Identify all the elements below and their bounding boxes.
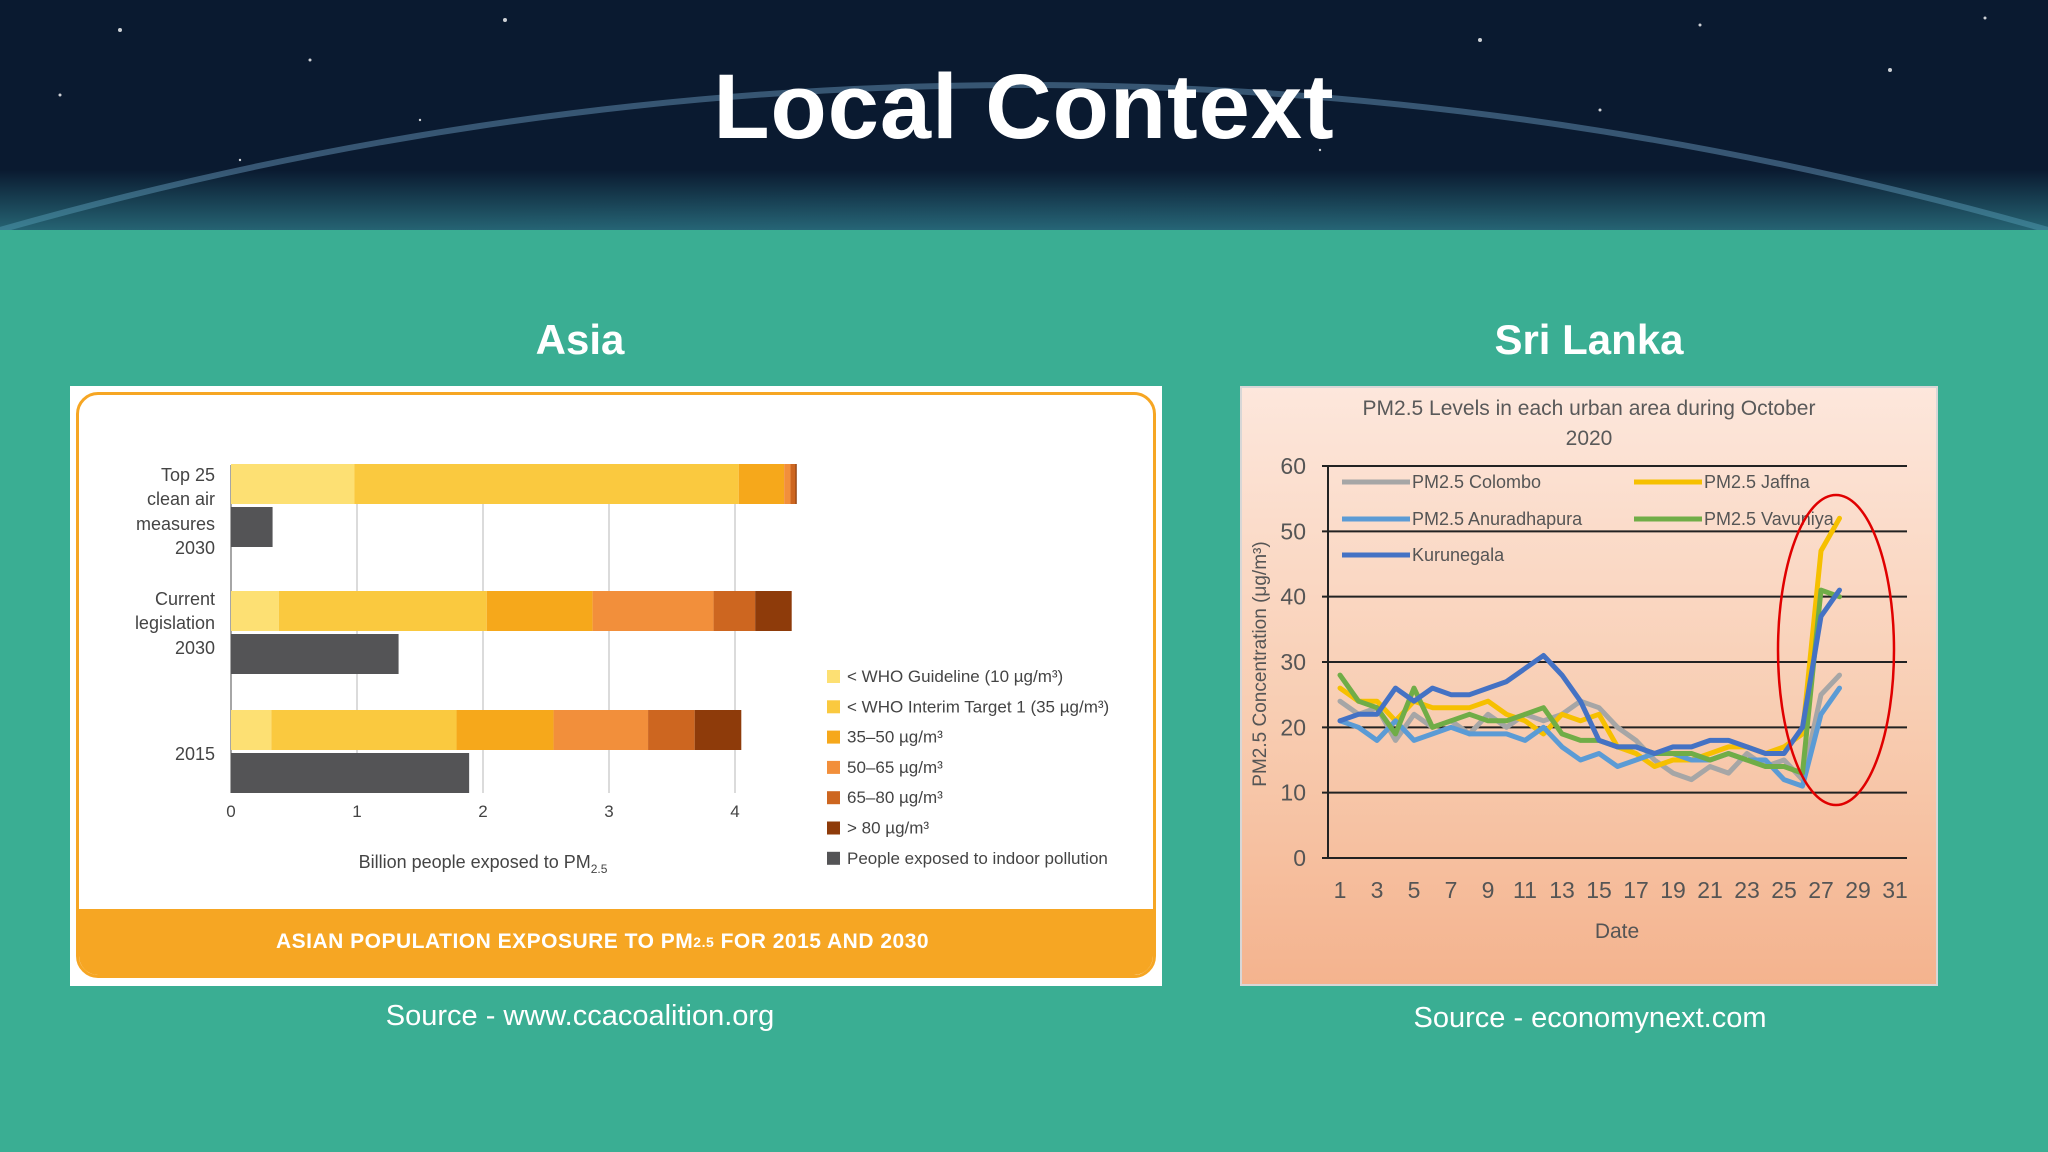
- srilanka-chart-panel: PM2.5 Levels in each urban area during O…: [1240, 386, 1938, 986]
- x-tick-label-0: 0: [226, 802, 235, 821]
- bar-segment-2-2: [456, 710, 554, 750]
- bar-segment-1-0: [231, 591, 279, 631]
- legend-swatch-3: [827, 760, 840, 774]
- bar-segment-0-1: [354, 464, 739, 504]
- srilanka-source: Source - economynext.com: [1413, 1002, 1767, 1034]
- legend-label-0: PM2.5 Colombo: [1412, 472, 1541, 492]
- bar-segment-2-1: [271, 710, 457, 750]
- x-tick-label-27: 27: [1808, 877, 1834, 903]
- legend-swatch-1: [827, 700, 840, 714]
- x-tick-label-25: 25: [1771, 877, 1797, 903]
- x-tick-label-3: 3: [604, 802, 613, 821]
- x-tick-label-4: 4: [730, 802, 739, 821]
- srilanka-heading: Sri Lanka: [1494, 316, 1684, 363]
- bar-segment-0-2: [738, 464, 785, 504]
- y-tick-label-60: 60: [1280, 453, 1306, 479]
- y-tick-label-30: 30: [1280, 649, 1306, 675]
- y-tick-label-50: 50: [1280, 518, 1306, 544]
- bar-segment-0-4: [790, 464, 796, 504]
- legend-label-6: People exposed to indoor pollution: [847, 849, 1108, 868]
- group-label-0-2: measures: [136, 514, 215, 534]
- asia-chart-panel: 0 1 2 3 4 Top 25 clean air measures 2030 Current l…: [70, 386, 1162, 986]
- bar-segment-1-2: [486, 591, 593, 631]
- series-line-4: [1337, 587, 1842, 756]
- group-label-0-3: 2030: [175, 538, 215, 558]
- x-tick-label-21: 21: [1697, 877, 1723, 903]
- bar-indoor-1: [231, 634, 399, 674]
- asia-chart-frame: 0 1 2 3 4 Top 25 clean air measures 2030 Current l…: [76, 392, 1156, 978]
- legend-label-0: < WHO Guideline (10 µg/m³): [847, 667, 1063, 686]
- bar-segment-1-1: [278, 591, 487, 631]
- legend-label-5: > 80 µg/m³: [847, 819, 929, 838]
- y-tick-label-40: 40: [1280, 584, 1306, 610]
- legend-swatch-4: [827, 791, 840, 805]
- y-tick-label-10: 10: [1280, 780, 1306, 806]
- group-label-1-0: Current: [155, 589, 215, 609]
- x-tick-label-1: 1: [352, 802, 361, 821]
- legend-swatch-0: [827, 670, 840, 683]
- annotation-circle: [1776, 493, 1896, 807]
- slide-title: Local Context: [713, 56, 1335, 158]
- x-tick-label-2: 2: [478, 802, 487, 821]
- x-tick-label-31: 31: [1882, 877, 1908, 903]
- asia-banner-title: ASIAN POPULATION EXPOSURE TO PM: [276, 930, 694, 953]
- asia-banner-title-sub: 2.5: [693, 934, 715, 950]
- x-tick-label-1: 1: [1334, 877, 1347, 903]
- bar-segment-2-4: [648, 710, 695, 750]
- x-tick-label-3: 3: [1371, 877, 1384, 903]
- bar-segment-0-5: [795, 464, 797, 504]
- bar-segment-1-3: [592, 591, 714, 631]
- chart-title-line-1: 2020: [1566, 427, 1613, 450]
- legend-label-2: PM2.5 Anuradhapura: [1412, 509, 1583, 529]
- asia-banner-title-rest: FOR 2015 AND 2030: [714, 930, 930, 953]
- x-tick-label-15: 15: [1586, 877, 1612, 903]
- chart-title-line-0: PM2.5 Levels in each urban area during O…: [1363, 397, 1816, 420]
- legend-swatch-2: [827, 730, 840, 744]
- group-label-0-0: Top 25: [161, 465, 215, 485]
- group-label-1-2: 2030: [175, 638, 215, 658]
- asia-source: Source - www.ccacoalition.org: [385, 1000, 775, 1032]
- y-axis-label: PM2.5 Concentration (μg/m³): [1250, 541, 1271, 786]
- x-tick-label-29: 29: [1845, 877, 1871, 903]
- bar-segment-0-3: [784, 464, 791, 504]
- legend-label-3: 50–65 µg/m³: [847, 758, 943, 777]
- legend-label-4: 65–80 µg/m³: [847, 788, 943, 807]
- group-label-2-0: 2015: [175, 744, 215, 764]
- x-axis-label: Billion people exposed to PM2.5: [359, 852, 608, 876]
- legend-label-2: 35–50 µg/m³: [847, 728, 943, 747]
- bar-segment-2-3: [553, 710, 649, 750]
- legend-swatch-5: [827, 821, 840, 835]
- x-tick-label-11: 11: [1513, 877, 1537, 903]
- asia-heading: Asia: [535, 316, 625, 363]
- legend-label-3: PM2.5 Vavuniya: [1704, 509, 1835, 529]
- bar-segment-1-5: [755, 591, 792, 631]
- series-line-3: [1337, 587, 1842, 776]
- asia-exposure-chart: 0 1 2 3 4 Top 25 clean air measures 2030 Current l…: [135, 464, 1109, 876]
- x-tick-label-5: 5: [1408, 877, 1421, 903]
- legend-label-4: Kurunegala: [1412, 545, 1505, 565]
- group-label-0-1: clean air: [147, 489, 215, 509]
- y-tick-label-20: 20: [1280, 714, 1306, 740]
- earth-banner: Local Context: [0, 0, 2048, 230]
- bar-indoor-2: [231, 753, 470, 793]
- group-label-1-1: legislation: [135, 613, 215, 633]
- legend-label-1: PM2.5 Jaffna: [1704, 472, 1811, 492]
- bar-segment-2-5: [694, 710, 742, 750]
- x-tick-label-9: 9: [1482, 877, 1495, 903]
- legend-label-1: < WHO Interim Target 1 (35 µg/m³): [847, 697, 1109, 716]
- y-tick-label-0: 0: [1293, 845, 1306, 871]
- bar-segment-2-0: [231, 710, 272, 750]
- bar-indoor-0: [231, 507, 273, 547]
- bar-segment-0-0: [231, 464, 355, 504]
- srilanka-pm25-chart: PM2.5 Levels in each urban area during O…: [1250, 397, 1908, 943]
- asia-chart-banner: ASIAN POPULATION EXPOSURE TO PM 2.5 FOR 2…: [79, 909, 1153, 975]
- legend-swatch-6: [827, 851, 840, 865]
- x-axis-label: Date: [1595, 920, 1639, 943]
- x-tick-label-13: 13: [1549, 877, 1575, 903]
- x-tick-label-19: 19: [1660, 877, 1686, 903]
- x-tick-label-7: 7: [1445, 877, 1458, 903]
- x-tick-label-23: 23: [1734, 877, 1760, 903]
- bar-segment-1-4: [713, 591, 756, 631]
- x-tick-label-17: 17: [1623, 877, 1649, 903]
